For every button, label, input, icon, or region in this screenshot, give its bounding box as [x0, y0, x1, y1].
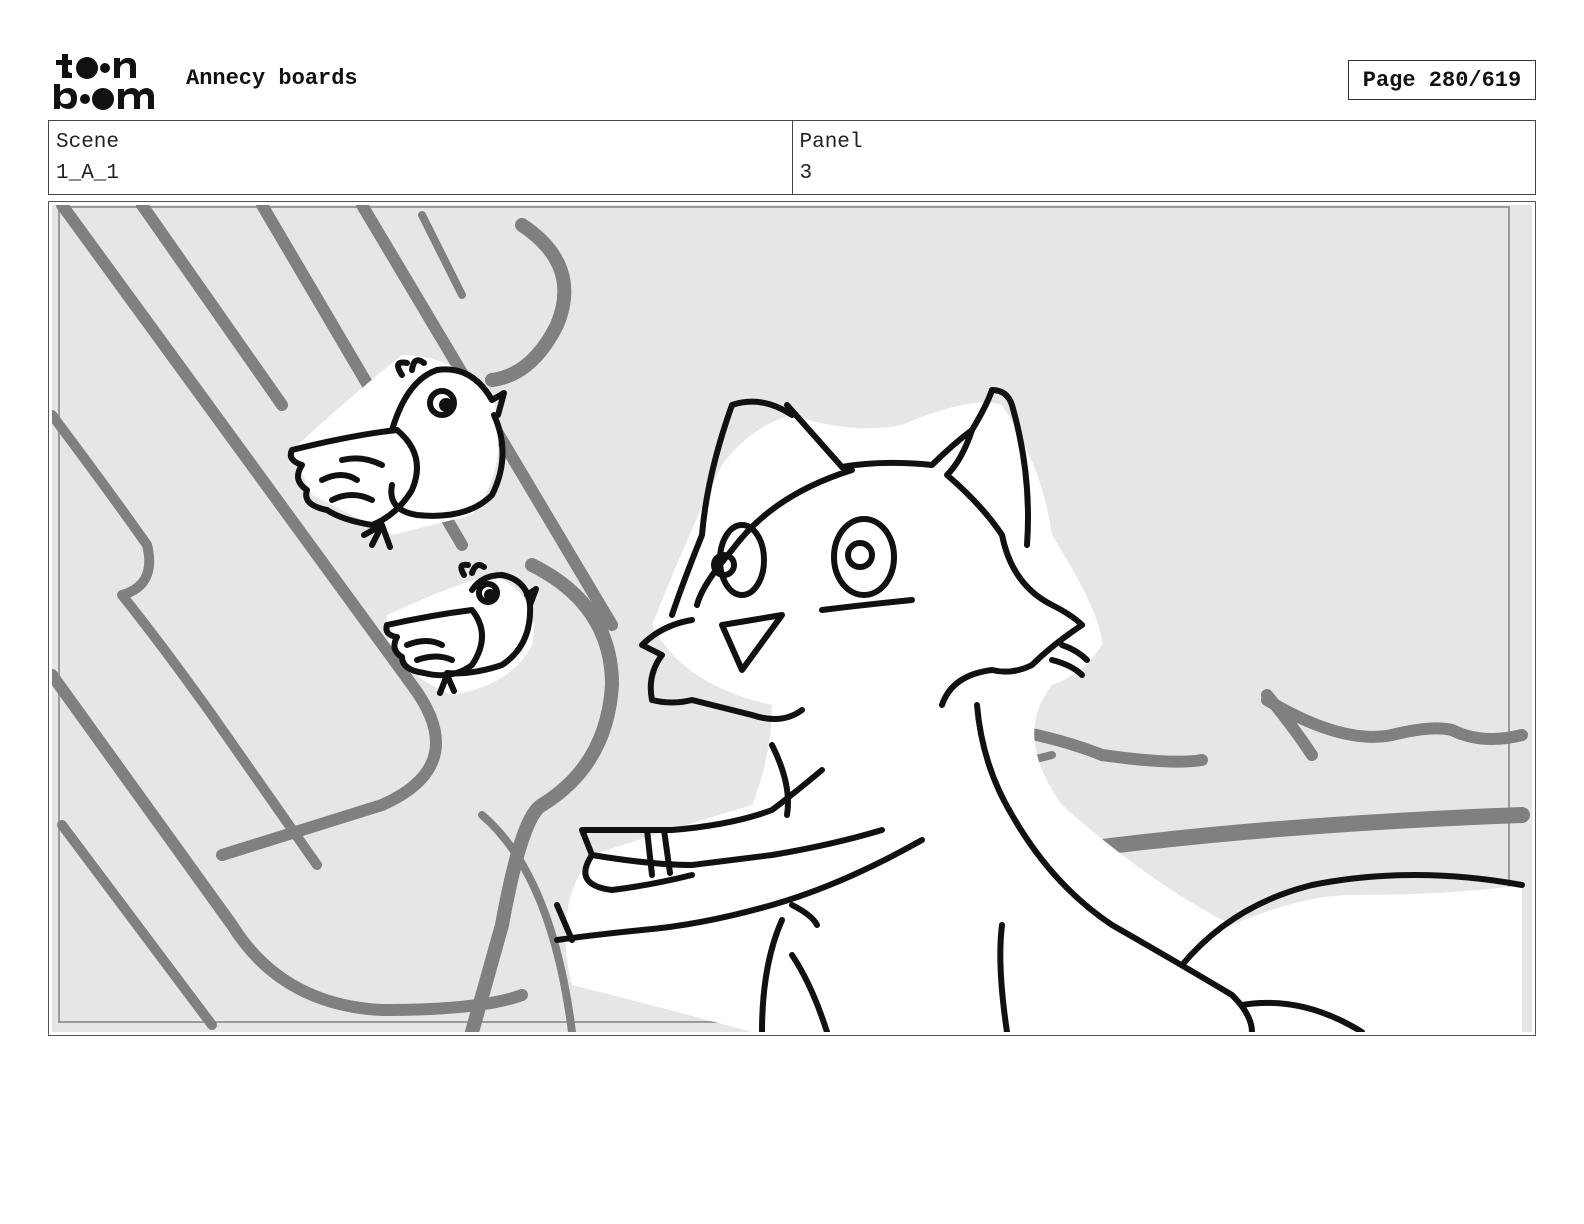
scene-label: Scene	[56, 131, 120, 154]
panel-cell: Panel 3	[791, 121, 1536, 194]
scene-value: 1_A_1	[56, 162, 120, 185]
panel-value: 3	[799, 162, 813, 185]
project-title: Annecy boards	[186, 66, 358, 91]
storyboard-sketch	[52, 205, 1530, 1032]
page-indicator: Page 280/619	[1348, 60, 1536, 100]
scene-cell: Scene 1_A_1	[49, 121, 792, 194]
toonboom-logo-icon	[54, 54, 154, 110]
panel-label: Panel	[799, 131, 863, 154]
storyboard-panel-drawing	[52, 205, 1532, 1032]
toonboom-logo	[52, 52, 164, 112]
scene-panel-info: Scene 1_A_1 Panel 3	[48, 120, 1536, 195]
